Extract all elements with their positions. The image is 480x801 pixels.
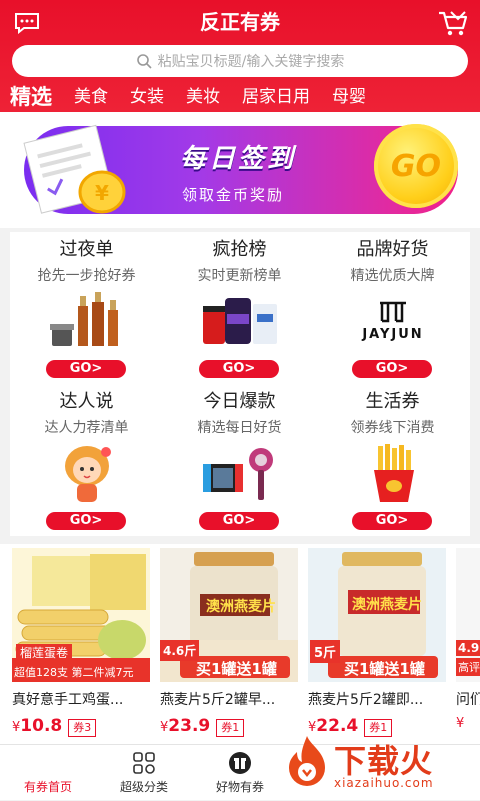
svg-text:¥: ¥ [95, 181, 109, 205]
price-value: 10.8 [20, 716, 63, 736]
nav-home[interactable]: 有券首页 [8, 745, 88, 801]
product-image-badge: 买1罐送1罐 [344, 660, 425, 678]
cell-subtitle: 抢先一步抢好券 [37, 268, 136, 284]
cell-subtitle: 实时更新榜单 [197, 268, 282, 284]
watermark: 下载火 xiazaihuo.com [282, 734, 476, 798]
cell-title: 过夜单 [59, 239, 114, 260]
product-name: 问们 [456, 692, 480, 708]
search-icon [136, 54, 152, 69]
product-price: ¥10.8 券3 [12, 716, 150, 737]
nav-categories[interactable]: 超级分类 [104, 745, 184, 801]
search-input[interactable]: 粘贴宝贝标题/输入关键字搜索 [12, 45, 468, 77]
brand-logo: JAYJUN [352, 290, 434, 352]
grid-cell-life[interactable]: 生活券 领券线下消费 GO> [316, 384, 469, 536]
currency-symbol: ¥ [12, 720, 21, 735]
product-image: 4.9 高评 [456, 548, 480, 682]
go-button[interactable]: GO> [199, 360, 279, 378]
tab-beauty[interactable]: 美妆 [175, 82, 231, 112]
grid-cell-overnight[interactable]: 过夜单 抢先一步抢好券 GO> [10, 232, 163, 384]
product-card[interactable]: 澳洲燕麦片 5斤 买1罐送1罐 燕麦片5斤2罐即... ¥22.4 券1 [308, 548, 446, 737]
product-image-badge: 买1罐送1罐 [196, 660, 277, 678]
tab-food[interactable]: 美食 [63, 82, 119, 112]
tab-home[interactable]: 居家日用 [231, 82, 321, 112]
tab-baby[interactable]: 母婴 [321, 82, 377, 112]
brand-name: JAYJUN [362, 326, 424, 342]
cosmetics-image [50, 292, 118, 346]
banner-subtitle: 领取金币奖励 [182, 186, 285, 204]
product-image-badge: 超值128支 第二件减7元 [14, 666, 134, 679]
product-image-label: 澳洲燕麦片 [352, 597, 422, 613]
cell-title: 今日爆款 [203, 391, 276, 412]
supplement-image [203, 298, 277, 344]
checkin-go-button[interactable]: GO [374, 124, 458, 208]
product-card[interactable]: 澳洲燕麦片 4.6斤 买1罐送1罐 燕麦片5斤2罐早... ¥23.9 券1 [160, 548, 298, 737]
currency-symbol: ¥ [456, 716, 465, 731]
flame-logo-icon [289, 736, 325, 786]
fries-image [374, 444, 414, 502]
product-price: ¥ [456, 716, 480, 731]
nav-categories-label: 超级分类 [119, 780, 168, 794]
product-name: 燕麦片5斤2罐早... [160, 692, 276, 708]
tab-women[interactable]: 女装 [119, 82, 175, 112]
product-image-tag: 4.6斤 [160, 640, 200, 661]
cell-title: 达人说 [59, 391, 114, 412]
product-image: 澳洲燕麦片 4.6斤 买1罐送1罐 [160, 548, 298, 682]
go-button[interactable]: GO> [199, 512, 279, 530]
chevron-down-icon[interactable] [448, 6, 468, 24]
product-image-label: 澳洲燕麦片 [206, 599, 276, 615]
gift-icon [229, 752, 251, 774]
product-card[interactable]: 4.9 高评 问们 ¥ [456, 548, 480, 731]
banner-title: 每日签到 [180, 144, 297, 174]
product-image-badge: 高评 [456, 658, 480, 676]
switch-and-dryer-image [203, 448, 273, 500]
go-button[interactable]: GO> [46, 360, 126, 378]
nav-home-label: 有券首页 [23, 780, 72, 794]
cell-title: 疯抢榜 [212, 239, 267, 260]
tab-featured[interactable]: 精选 [0, 82, 63, 112]
go-button[interactable]: GO> [352, 360, 432, 378]
product-image-tag: 4.9 [456, 640, 480, 656]
coupon-badge: 券1 [216, 719, 245, 737]
product-image-label: 榴莲蛋卷 [16, 644, 73, 661]
grid-icon [133, 752, 155, 774]
product-image-tag: 5斤 [310, 640, 341, 663]
cell-subtitle: 达人力荐清单 [44, 420, 129, 436]
watermark-url: xiazaihuo.com [334, 776, 434, 790]
search-placeholder: 粘贴宝贝标题/输入关键字搜索 [157, 54, 345, 70]
jayjun-logo-icon [380, 301, 406, 322]
currency-symbol: ¥ [160, 720, 169, 735]
app-title: 反正有券 [200, 10, 280, 34]
cell-title: 品牌好货 [356, 239, 429, 260]
cartoon-girl-image [65, 446, 111, 502]
nav-goods[interactable]: 好物有券 [200, 745, 280, 801]
product-image: 榴莲蛋卷 超值128支 第二件减7元 [12, 548, 150, 682]
product-name: 燕麦片5斤2罐即... [308, 692, 424, 708]
cell-title: 生活券 [365, 391, 420, 412]
grid-cell-hot[interactable]: 今日爆款 精选每日好货 GO> [163, 384, 316, 536]
cell-subtitle: 精选每日好货 [197, 420, 282, 436]
grid-cell-ranking[interactable]: 疯抢榜 实时更新榜单 GO> [163, 232, 316, 384]
cell-subtitle: 精选优质大牌 [350, 268, 435, 284]
product-list: 榴莲蛋卷 超值128支 第二件减7元 真好意手工鸡蛋... ¥10.8 券3 澳洲… [0, 544, 480, 744]
cell-subtitle: 领券线下消费 [350, 420, 435, 436]
nav-goods-label: 好物有券 [215, 780, 264, 794]
product-price: ¥23.9 券1 [160, 716, 298, 737]
feature-grid: 过夜单 抢先一步抢好券 GO> 疯抢榜 实时更新榜单 GO> 品牌好货 精选优质… [10, 232, 470, 536]
category-tabs: 精选 美食 女装 美妆 居家日用 母婴 [0, 82, 480, 112]
go-button[interactable]: GO> [46, 512, 126, 530]
product-card[interactable]: 榴莲蛋卷 超值128支 第二件减7元 真好意手工鸡蛋... ¥10.8 券3 [12, 548, 150, 737]
egg-roll-image [12, 554, 150, 682]
app-header: 反正有券 粘贴宝贝标题/输入关键字搜索 精选 美食 女装 美妆 居家日用 母婴 [0, 0, 480, 112]
product-name: 真好意手工鸡蛋... [12, 692, 124, 708]
go-button[interactable]: GO> [352, 512, 432, 530]
currency-symbol: ¥ [308, 720, 317, 735]
price-value: 22.4 [316, 716, 359, 736]
grid-cell-expert[interactable]: 达人说 达人力荐清单 GO> [10, 384, 163, 536]
price-value: 23.9 [168, 716, 211, 736]
coupon-badge: 券3 [68, 719, 97, 737]
product-image: 澳洲燕麦片 5斤 买1罐送1罐 [308, 548, 446, 682]
coupon-paper-icon: ¥ [23, 124, 126, 214]
grid-cell-brands[interactable]: 品牌好货 精选优质大牌 JAYJUN GO> [316, 232, 469, 384]
